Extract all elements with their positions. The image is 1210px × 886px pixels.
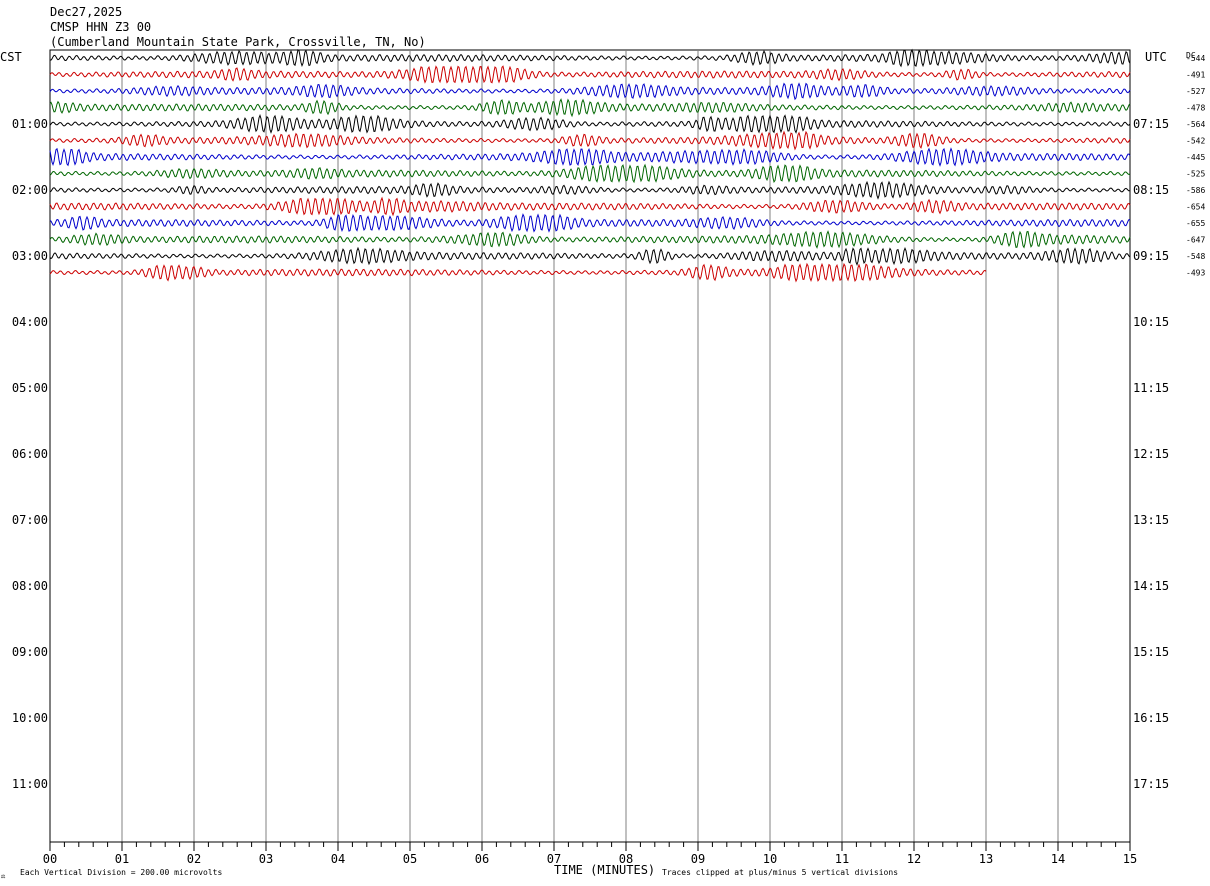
header-date: Dec27,2025 [50, 5, 122, 19]
cst-hour-label: 10:00 [12, 711, 48, 725]
utc-hour-label: 11:15 [1133, 381, 1169, 395]
cst-hour-label: 01:00 [12, 117, 48, 131]
x-tick-label: 04 [331, 852, 345, 866]
cst-hour-label: 06:00 [12, 447, 48, 461]
utc-hour-label: 08:15 [1133, 183, 1169, 197]
dc-value: -655 [1186, 219, 1205, 228]
x-tick-label: 02 [187, 852, 201, 866]
left-timezone-label: CST [0, 50, 22, 64]
x-tick-label: 06 [475, 852, 489, 866]
x-axis-title: TIME (MINUTES) [554, 863, 655, 877]
utc-hour-label: 15:15 [1133, 645, 1169, 659]
cst-hour-label: 03:00 [12, 249, 48, 263]
cst-hour-label: 09:00 [12, 645, 48, 659]
utc-hour-label: 14:15 [1133, 579, 1169, 593]
dc-value: -544 [1186, 54, 1205, 63]
x-tick-label: 10 [763, 852, 777, 866]
x-tick-label: 05 [403, 852, 417, 866]
cst-hour-label: 08:00 [12, 579, 48, 593]
dc-value: -491 [1186, 71, 1205, 80]
utc-hour-label: 17:15 [1133, 777, 1169, 791]
dc-value: -445 [1186, 153, 1205, 162]
x-tick-label: 03 [259, 852, 273, 866]
utc-hour-label: 10:15 [1133, 315, 1169, 329]
x-tick-label: 12 [907, 852, 921, 866]
utc-hour-label: 13:15 [1133, 513, 1169, 527]
cst-hour-label: 07:00 [12, 513, 48, 527]
dc-value: -478 [1186, 104, 1205, 113]
header-station: CMSP HHN Z3 00 [50, 20, 151, 34]
utc-hour-label: 16:15 [1133, 711, 1169, 725]
header-location: (Cumberland Mountain State Park, Crossvi… [50, 35, 426, 49]
cst-hour-label: 02:00 [12, 183, 48, 197]
cst-hour-label: 05:00 [12, 381, 48, 395]
clip-note: Traces clipped at plus/minus 5 vertical … [662, 868, 898, 877]
dc-value: -493 [1186, 269, 1205, 278]
dc-value: -564 [1186, 120, 1205, 129]
dc-value: -548 [1186, 252, 1205, 261]
dc-value: -527 [1186, 87, 1205, 96]
utc-hour-label: 09:15 [1133, 249, 1169, 263]
dc-value: -525 [1186, 170, 1205, 179]
dc-value: -586 [1186, 186, 1205, 195]
x-tick-label: 09 [691, 852, 705, 866]
x-tick-label: 15 [1123, 852, 1137, 866]
helicorder-chart: Dec27,2025 CMSP HHN Z3 00 (Cumberland Mo… [0, 0, 1210, 886]
x-tick-label: 00 [43, 852, 57, 866]
chart-background [0, 0, 1210, 886]
scale-note: Each Vertical Division = 200.00 microvol… [20, 868, 222, 877]
cst-hour-label: 04:00 [12, 315, 48, 329]
utc-hour-label: 12:15 [1133, 447, 1169, 461]
x-tick-label: 14 [1051, 852, 1065, 866]
right-timezone-label: UTC [1145, 50, 1167, 64]
x-tick-label: 11 [835, 852, 849, 866]
cst-hour-label: 11:00 [12, 777, 48, 791]
dc-value: -647 [1186, 236, 1205, 245]
dc-value: -542 [1186, 137, 1205, 146]
x-tick-label: 01 [115, 852, 129, 866]
utc-hour-label: 07:15 [1133, 117, 1169, 131]
dc-value: -654 [1186, 203, 1205, 212]
x-tick-label: 13 [979, 852, 993, 866]
